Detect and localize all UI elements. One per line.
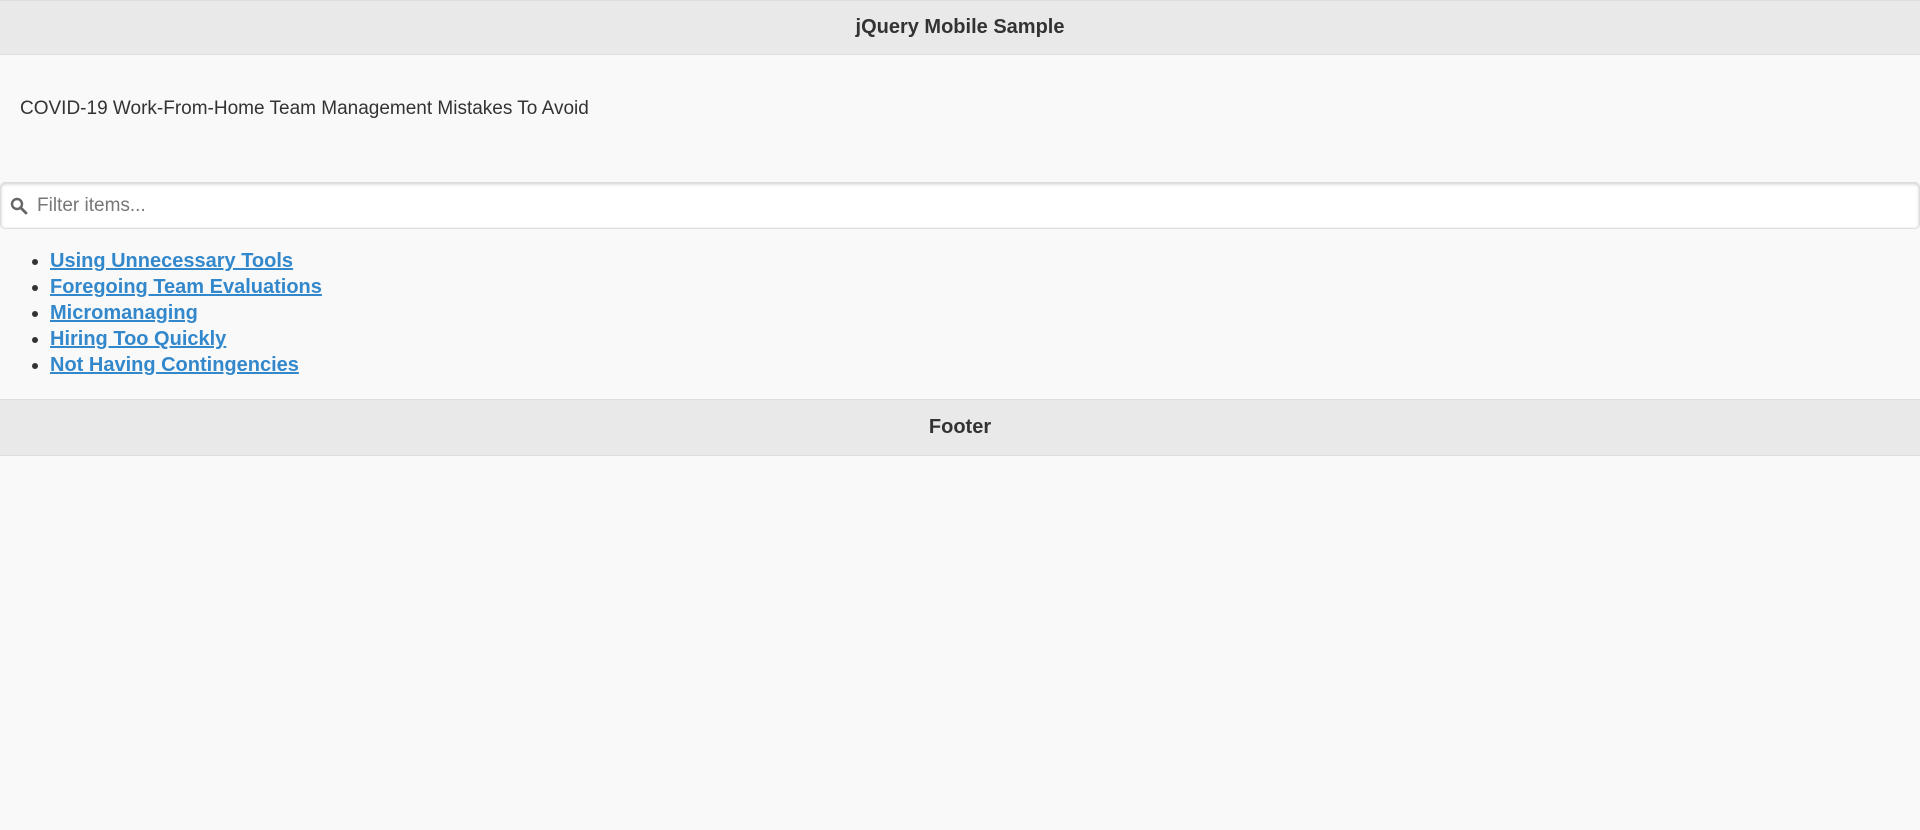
list-item: Not Having Contingencies: [50, 352, 322, 378]
search-icon: [1, 183, 37, 228]
list-item: Foregoing Team Evaluations: [50, 274, 322, 300]
filter-input[interactable]: [37, 185, 1919, 226]
item-link-foregoing-team-evaluations[interactable]: Foregoing Team Evaluations: [50, 276, 322, 298]
item-list: Using Unnecessary Tools Foregoing Team E…: [0, 248, 322, 378]
item-link-hiring-too-quickly[interactable]: Hiring Too Quickly: [50, 328, 226, 350]
item-link-micromanaging[interactable]: Micromanaging: [50, 302, 198, 324]
intro-text: COVID-19 Work-From-Home Team Management …: [20, 98, 589, 119]
item-link-not-having-contingencies[interactable]: Not Having Contingencies: [50, 354, 299, 376]
page-footer: Footer: [0, 399, 1920, 456]
filter-bar: [0, 182, 1920, 229]
list-item: Using Unnecessary Tools: [50, 248, 322, 274]
item-link-using-unnecessary-tools[interactable]: Using Unnecessary Tools: [50, 250, 293, 272]
footer-title: Footer: [928, 416, 992, 438]
list-item: Micromanaging: [50, 300, 322, 326]
page-title: jQuery Mobile Sample: [855, 16, 1065, 38]
list-item: Hiring Too Quickly: [50, 326, 322, 352]
page-header: jQuery Mobile Sample: [0, 0, 1920, 55]
